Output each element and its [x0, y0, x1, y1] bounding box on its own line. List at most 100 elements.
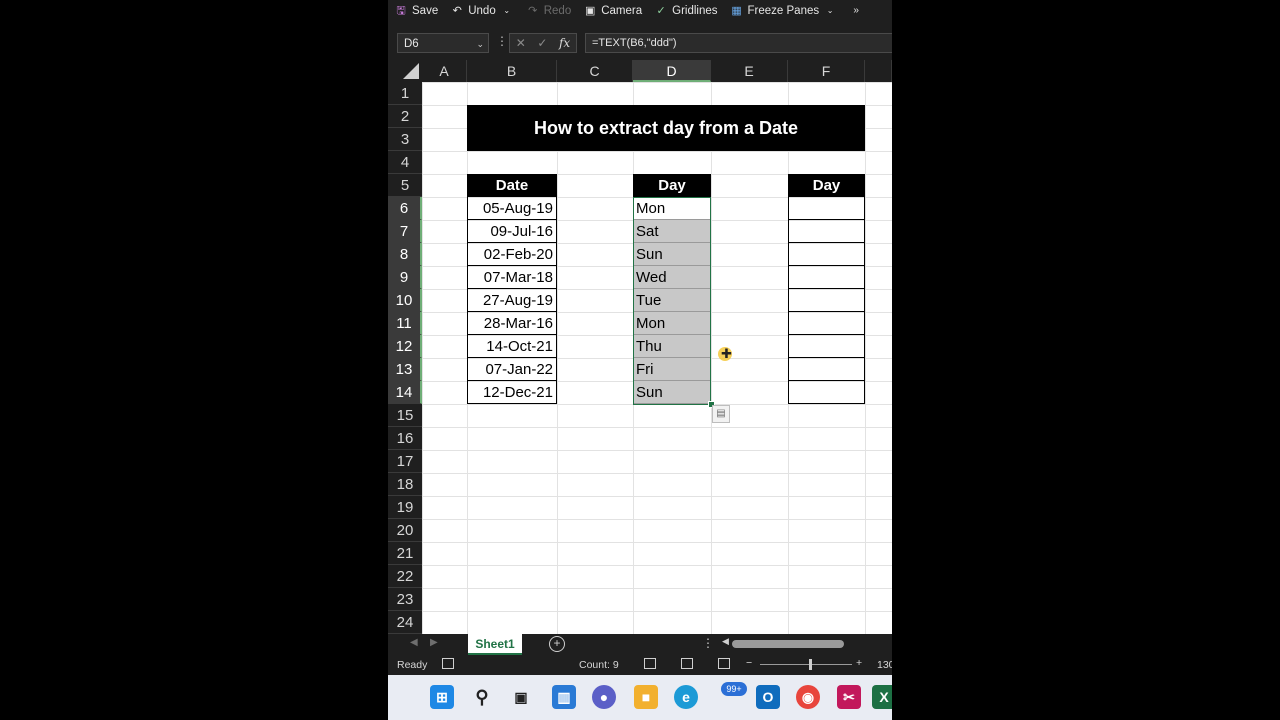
insert-function-icon[interactable]: fx	[559, 36, 570, 50]
date-cell[interactable]: 05-Aug-19	[467, 197, 557, 220]
freeze-panes-button[interactable]: ▦ Freeze Panes ⌄	[724, 0, 844, 21]
sheet-tab-sheet1[interactable]: Sheet1	[468, 634, 522, 655]
date-cell[interactable]: 09-Jul-16	[467, 220, 557, 243]
camera-button[interactable]: ▣ Camera	[577, 0, 648, 21]
row-header[interactable]: 14	[388, 381, 422, 404]
column-header-f[interactable]: F	[788, 60, 865, 82]
row-header[interactable]: 19	[388, 496, 422, 519]
row-header[interactable]: 24	[388, 611, 422, 634]
worksheet-grid[interactable]: A B C D E F 1 2 3 4 5 6 7 8 9 10 11 12 1…	[388, 60, 892, 634]
row-header[interactable]: 17	[388, 450, 422, 473]
row-header[interactable]: 1	[388, 82, 422, 105]
date-cell[interactable]: 07-Jan-22	[467, 358, 557, 381]
previous-sheet-icon[interactable]: ◀	[410, 637, 418, 648]
row-header[interactable]: 12	[388, 335, 422, 358]
row-header[interactable]: 18	[388, 473, 422, 496]
add-sheet-icon[interactable]: +	[549, 636, 565, 652]
row-header[interactable]: 16	[388, 427, 422, 450]
row-header[interactable]: 11	[388, 312, 422, 335]
checkmark-icon[interactable]: ✓	[537, 36, 547, 50]
day-cell[interactable]: Tue	[633, 289, 711, 312]
day-cell[interactable]: Sun	[633, 243, 711, 266]
row-header[interactable]: 2	[388, 105, 422, 128]
file-explorer-icon[interactable]: ■	[634, 685, 658, 709]
day-cell-active[interactable]: Mon	[633, 197, 711, 220]
empty-day-cell[interactable]	[788, 312, 865, 335]
day-cell[interactable]: Mon	[633, 312, 711, 335]
gridlines-toggle[interactable]: ✓ Gridlines	[648, 0, 723, 21]
empty-day-cell[interactable]	[788, 335, 865, 358]
date-cell[interactable]: 14-Oct-21	[467, 335, 557, 358]
row-header[interactable]: 6	[388, 197, 422, 220]
more-commands-button[interactable]: »	[843, 0, 869, 21]
redo-button[interactable]: ↷ Redo	[520, 0, 578, 21]
zoom-level[interactable]: 130	[877, 659, 892, 671]
zoom-slider-knob[interactable]	[809, 659, 812, 670]
row-header[interactable]: 7	[388, 220, 422, 243]
date-cell[interactable]: 12-Dec-21	[467, 381, 557, 404]
chat-icon[interactable]: ●	[592, 685, 616, 709]
empty-day-cell[interactable]	[788, 243, 865, 266]
column-header-d[interactable]: D	[633, 60, 711, 82]
row-header[interactable]: 20	[388, 519, 422, 542]
name-box[interactable]: D6 ⌄	[397, 33, 489, 53]
vertical-dots-icon[interactable]: ⋮	[702, 636, 714, 650]
zoom-slider[interactable]	[760, 664, 852, 665]
row-header[interactable]: 22	[388, 565, 422, 588]
zoom-out-icon[interactable]: −	[746, 657, 752, 669]
sheet-title-banner[interactable]: How to extract day from a Date	[467, 105, 865, 151]
snipping-tool-icon[interactable]: ✂	[837, 685, 861, 709]
empty-day-cell[interactable]	[788, 266, 865, 289]
formula-input[interactable]: =TEXT(B6,"ddd")	[585, 33, 892, 53]
day-cell[interactable]: Wed	[633, 266, 711, 289]
excel-taskbar-icon[interactable]: X	[872, 685, 892, 709]
date-column-header[interactable]: Date	[467, 174, 557, 197]
vertical-dots-icon[interactable]: ⋮	[496, 34, 508, 48]
day-cell[interactable]: Sun	[633, 381, 711, 404]
date-cell[interactable]: 28-Mar-16	[467, 312, 557, 335]
next-sheet-icon[interactable]: ▶	[430, 637, 438, 648]
task-view-icon[interactable]: ▣	[509, 685, 533, 709]
row-header[interactable]: 15	[388, 404, 422, 427]
search-icon[interactable]: ⚲	[470, 685, 494, 709]
chevron-down-icon[interactable]: ⌄	[823, 4, 837, 18]
empty-day-cell[interactable]	[788, 220, 865, 243]
undo-button[interactable]: ↶ Undo ⌄	[444, 0, 520, 21]
column-header-b[interactable]: B	[467, 60, 557, 82]
chevron-down-icon[interactable]: ⌄	[476, 34, 484, 54]
select-all-button[interactable]	[388, 60, 422, 82]
horizontal-scrollbar[interactable]: ◀	[722, 636, 892, 648]
row-header[interactable]: 10	[388, 289, 422, 312]
row-header[interactable]: 4	[388, 151, 422, 174]
day-column-header[interactable]: Day	[633, 174, 711, 197]
row-header[interactable]: 5	[388, 174, 422, 197]
column-header-c[interactable]: C	[557, 60, 633, 82]
page-layout-view-icon[interactable]	[681, 658, 693, 669]
row-header[interactable]: 8	[388, 243, 422, 266]
date-cell[interactable]: 27-Aug-19	[467, 289, 557, 312]
row-header[interactable]: 3	[388, 128, 422, 151]
row-header[interactable]: 23	[388, 588, 422, 611]
day-column-header-2[interactable]: Day	[788, 174, 865, 197]
chrome-browser-icon[interactable]: ◉	[796, 685, 820, 709]
date-cell[interactable]: 07-Mar-18	[467, 266, 557, 289]
scroll-left-icon[interactable]: ◀	[722, 636, 729, 647]
cancel-icon[interactable]: ✕	[516, 36, 526, 50]
column-header-e[interactable]: E	[711, 60, 788, 82]
row-header[interactable]: 13	[388, 358, 422, 381]
column-header-g[interactable]	[865, 60, 892, 82]
widgets-icon[interactable]: ▥	[552, 685, 576, 709]
outlook-icon[interactable]: O	[756, 685, 780, 709]
chevron-down-icon[interactable]: ⌄	[500, 4, 514, 18]
zoom-in-icon[interactable]: +	[856, 657, 862, 669]
empty-day-cell[interactable]	[788, 381, 865, 404]
empty-day-cell[interactable]	[788, 289, 865, 312]
row-header[interactable]: 21	[388, 542, 422, 565]
quick-analysis-icon[interactable]: ▤	[712, 405, 730, 423]
empty-day-cell[interactable]	[788, 197, 865, 220]
windows-start-icon[interactable]: ⊞	[430, 685, 454, 709]
day-cell[interactable]: Sat	[633, 220, 711, 243]
normal-view-icon[interactable]	[644, 658, 656, 669]
edge-browser-icon[interactable]: e	[674, 685, 698, 709]
empty-day-cell[interactable]	[788, 358, 865, 381]
